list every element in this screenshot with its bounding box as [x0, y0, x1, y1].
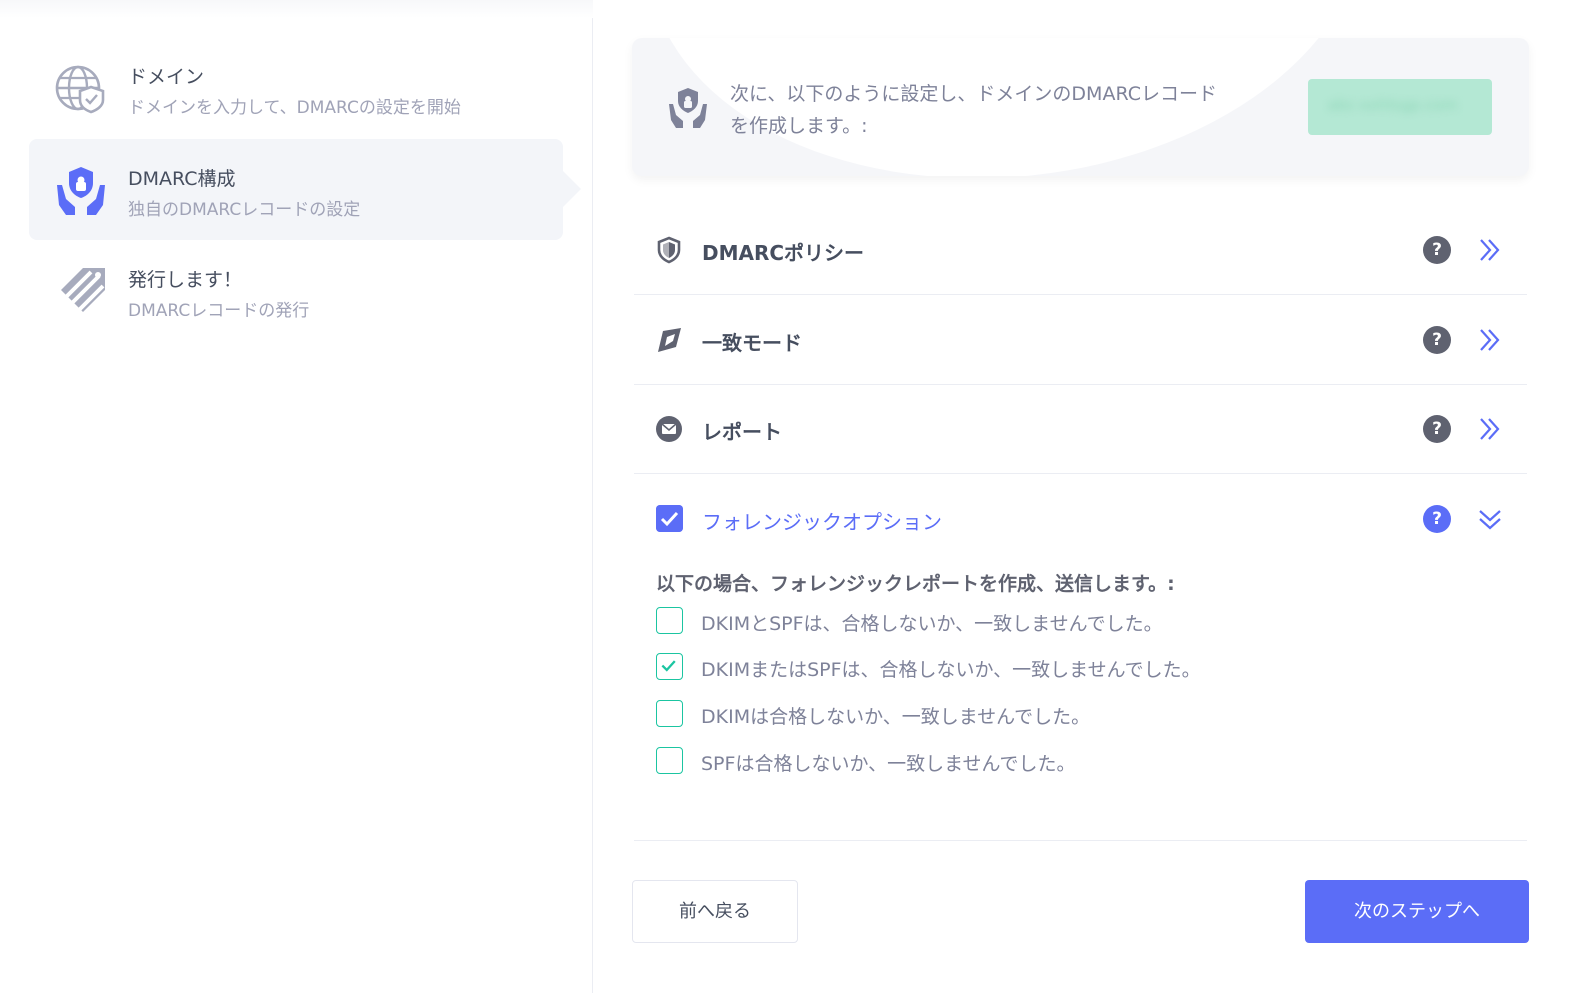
accordion-title[interactable]: フォレンジックオプション	[702, 506, 942, 535]
compass-icon	[658, 328, 681, 352]
accordion-report[interactable]: レポート ?	[634, 385, 1527, 474]
option-checkbox[interactable]	[656, 607, 683, 634]
accordion-alignment-mode[interactable]: 一致モード ?	[634, 296, 1527, 385]
option-checkbox[interactable]	[656, 653, 683, 680]
step-publish[interactable]: 発行します！ DMARCレコードの発行	[29, 240, 563, 341]
step-description: ドメインを入力して、DMARCの設定を開始	[128, 98, 461, 118]
option-checkbox[interactable]	[656, 700, 683, 727]
step-dmarc-config[interactable]: DMARC構成 独自のDMARCレコードの設定	[29, 139, 581, 240]
step-domain[interactable]: ドメイン ドメインを入力して、DMARCの設定を開始	[29, 37, 563, 138]
chevron-double-down-icon[interactable]	[1476, 505, 1504, 533]
accordion-title: DMARCポリシー	[702, 241, 865, 265]
accordion-title: 一致モード	[702, 331, 802, 355]
top-fade	[0, 0, 593, 18]
option-label[interactable]: SPFは合格しないか、一致しませんでした。	[701, 749, 1076, 776]
help-icon[interactable]: ?	[1423, 236, 1451, 264]
help-icon[interactable]: ?	[1423, 326, 1451, 354]
help-icon[interactable]: ?	[1423, 505, 1451, 533]
option-label[interactable]: DKIMとSPFは、合格しないか、一致しませんでした。	[701, 609, 1163, 636]
info-banner: 次に、以下のように設定し、ドメインのDMARCレコードを作成します。: abc-…	[632, 38, 1529, 176]
forensic-enable-checkbox[interactable]	[656, 505, 683, 532]
option-label[interactable]: DKIMは合格しないか、一致しませんでした。	[701, 702, 1090, 729]
chevron-double-right-icon[interactable]	[1476, 236, 1504, 264]
step-description: 独自のDMARCレコードの設定	[128, 200, 361, 220]
accordion-dmarc-policy[interactable]: DMARCポリシー ?	[634, 206, 1527, 295]
chevron-double-right-icon[interactable]	[1476, 326, 1504, 354]
option-label[interactable]: DKIMまたはSPFは、合格しないか、一致しませんでした。	[701, 655, 1201, 682]
domain-text: abc-xxhtsgp.com	[1328, 96, 1458, 114]
domain-badge: abc-xxhtsgp.com	[1308, 79, 1492, 135]
chevron-double-right-icon[interactable]	[1476, 415, 1504, 443]
forensic-heading: 以下の場合、フォレンジックレポートを作成、送信します。:	[656, 573, 1175, 595]
accordion-forensic-options: フォレンジックオプション ? 以下の場合、フォレンジックレポートを作成、送信しま…	[634, 475, 1527, 841]
check-icon	[661, 660, 676, 672]
steps-sidebar: ドメイン ドメインを入力して、DMARCの設定を開始 DMARC構成 独自のDM…	[0, 0, 593, 993]
option-checkbox[interactable]	[656, 747, 683, 774]
hands-shield-icon	[669, 88, 707, 128]
accordion-title: レポート	[702, 420, 782, 444]
hands-shield-icon	[57, 167, 105, 215]
back-button[interactable]: 前へ戻る	[632, 880, 798, 943]
envelope-icon	[656, 416, 682, 442]
help-icon[interactable]: ?	[1423, 415, 1451, 443]
step-title: 発行します！	[128, 269, 243, 291]
tag-stripes-icon	[59, 268, 105, 316]
step-title: DMARC構成	[128, 168, 236, 190]
shield-icon	[657, 236, 681, 264]
globe-shield-icon	[55, 65, 105, 114]
step-description: DMARCレコードの発行	[128, 301, 310, 321]
step-title: ドメイン	[128, 66, 205, 88]
next-step-button[interactable]: 次のステップへ	[1305, 880, 1529, 943]
banner-text: 次に、以下のように設定し、ドメインのDMARCレコードを作成します。:	[730, 83, 1217, 137]
